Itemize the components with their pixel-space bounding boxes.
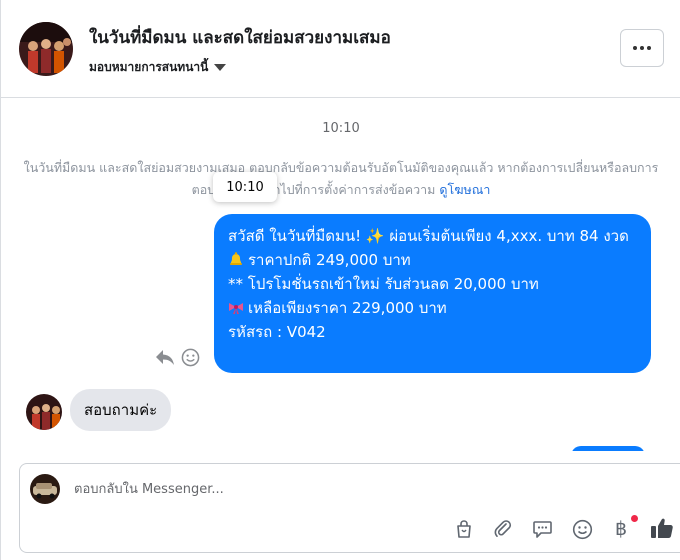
message-line: รหัสรถ : V042 — [228, 323, 326, 341]
assign-conversation-dropdown[interactable]: มอบหมายการสนทนานี้ — [89, 58, 227, 77]
bell-emoji-icon — [230, 252, 242, 265]
page-avatar-small — [30, 474, 60, 504]
paperclip-icon — [494, 520, 512, 537]
sale-price-text: เหลือเพียงราคา 229,000 บาท — [248, 299, 447, 317]
notification-dot — [631, 515, 638, 522]
outgoing-message-bubble-partial[interactable] — [571, 446, 645, 451]
more-options-button[interactable] — [620, 29, 664, 67]
more-icon — [633, 46, 637, 50]
outgoing-message-bubble[interactable]: สวัสดี ในวันที่มืดมน! ✨ ผ่อนเริ่มต้นเพีย… — [214, 214, 651, 373]
messenger-conversation-panel: ในวันที่มืดมน และสดใสย่อมสวยงามเสมอ มอบห… — [0, 0, 680, 560]
like-thumb-icon — [651, 518, 673, 538]
message-thread[interactable]: 10:10 ในวันที่มืดมน และสดใสย่อมสวยงามเสม… — [1, 99, 680, 451]
payment-button[interactable]: ฿ — [610, 518, 632, 540]
time-tooltip: 10:10 — [213, 172, 277, 202]
reply-icon[interactable] — [154, 347, 176, 367]
assign-label: มอบหมายการสนทนานี้ — [89, 60, 209, 74]
like-button[interactable] — [650, 516, 674, 540]
shopping-bag-icon — [457, 520, 471, 538]
regular-price-text: ราคาปกติ 249,000 บาท — [248, 251, 411, 269]
page-title: ในวันที่มืดมน และสดใสย่อมสวยงามเสมอ — [89, 28, 391, 48]
message-line: สวัสดี ในวันที่มืดมน! ✨ ผ่อนเริ่มต้นเพีย… — [228, 227, 629, 245]
saved-reply-icon — [532, 521, 552, 538]
message-line: ** โปรโมชั่นรถเข้าใหม่ รับส่วนลด 20,000 … — [228, 275, 539, 293]
saved-reply-button[interactable] — [531, 518, 553, 540]
emoji-icon — [572, 519, 592, 539]
auto-reply-notice-text: ในวันที่มืดมน และสดใสย่อมสวยงามเสมอ ตอบก… — [23, 160, 659, 197]
emoji-button[interactable] — [571, 518, 593, 540]
incoming-message-bubble[interactable]: สอบถามค่ะ — [70, 389, 172, 431]
baht-payment-icon: ฿ — [614, 518, 628, 540]
shop-button[interactable] — [453, 518, 475, 540]
customer-avatar[interactable] — [26, 394, 62, 430]
message-composer: ฿ — [19, 463, 680, 553]
page-avatar[interactable] — [19, 22, 73, 76]
view-ad-link[interactable]: ดูโฆษณา — [439, 182, 490, 197]
reply-input[interactable] — [74, 478, 634, 500]
attach-file-button[interactable] — [492, 518, 514, 540]
message-line: ราคาปกติ 249,000 บาท — [228, 248, 637, 272]
message-line: เหลือเพียงราคา 229,000 บาท — [228, 296, 637, 320]
conversation-header: ในวันที่มืดมน และสดใสย่อมสวยงามเสมอ มอบห… — [1, 0, 680, 98]
thread-timestamp: 10:10 — [322, 121, 360, 136]
auto-reply-notice: ในวันที่มืดมน และสดใสย่อมสวยงามเสมอ ตอบก… — [21, 157, 661, 201]
react-smiley-icon[interactable] — [181, 348, 200, 367]
caret-down-icon — [214, 64, 227, 71]
ribbon-emoji-icon — [229, 303, 243, 314]
